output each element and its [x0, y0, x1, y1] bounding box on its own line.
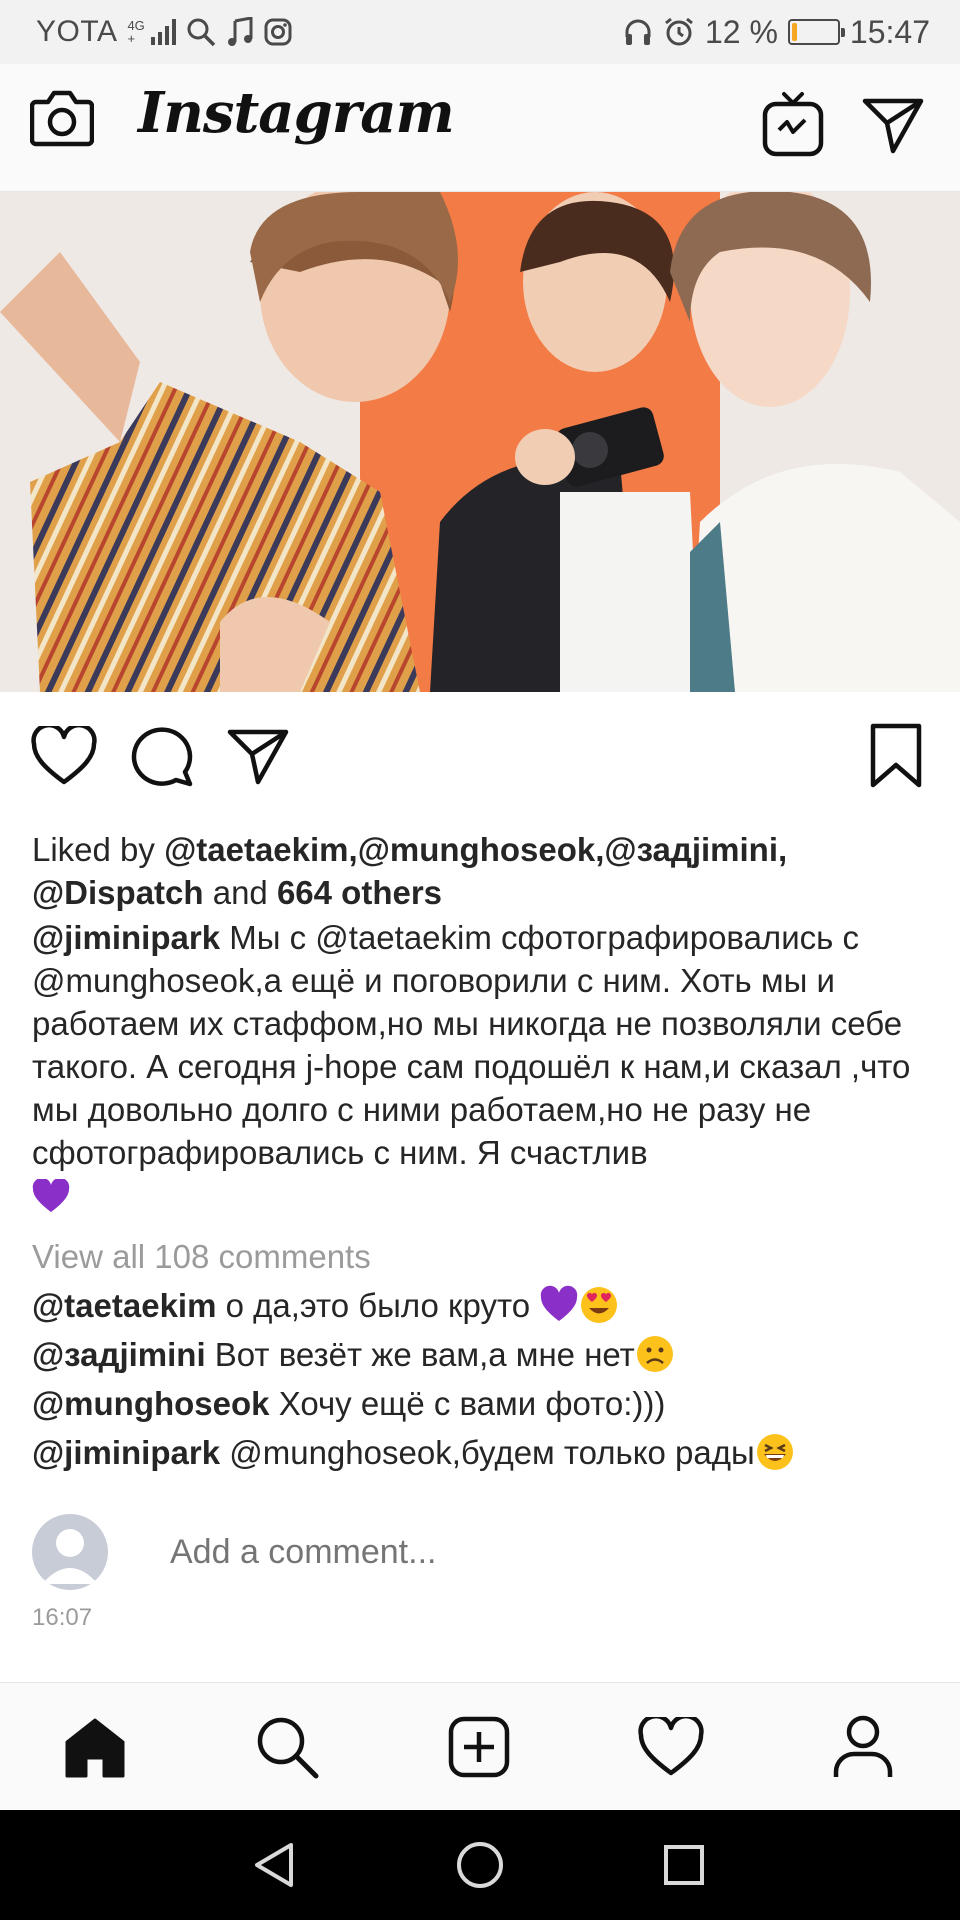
caption: @jiminipark Мы с @taetaekim сфотографиро… [32, 916, 942, 1217]
search-icon [257, 1717, 319, 1779]
view-all-comments[interactable]: View all 108 comments [32, 1235, 942, 1278]
back-icon [255, 1843, 293, 1887]
battery-icon [787, 19, 845, 45]
frowning-face-emoji [636, 1336, 673, 1372]
nav-activity[interactable] [631, 1711, 711, 1783]
home-circle-icon [457, 1842, 503, 1888]
add-comment-input[interactable] [170, 1532, 870, 1572]
liked-user[interactable]: @Dispatch [32, 874, 204, 911]
caption-author[interactable]: @jiminipark [32, 919, 220, 956]
signal-icon [150, 19, 176, 45]
user-avatar-icon [42, 1529, 98, 1584]
likes-line: Liked by @taetaekim,@munghoseok,@задjimi… [32, 831, 788, 911]
avatar [32, 1514, 108, 1590]
post-body: Liked by @taetaekim,@munghoseok,@задjimi… [32, 828, 942, 1474]
save-button[interactable] [860, 720, 932, 792]
share-icon [227, 729, 289, 785]
instagram-logo: Instagram [138, 80, 455, 146]
grinning-squinting-emoji [756, 1434, 793, 1470]
profile-icon [833, 1715, 893, 1777]
like-button[interactable] [28, 720, 100, 792]
carrier-label: YOTA [36, 15, 118, 48]
recents-icon [664, 1845, 704, 1885]
nav-new-post[interactable] [439, 1711, 519, 1783]
music-icon [227, 17, 253, 46]
comment-author[interactable]: @munghoseok [32, 1385, 270, 1422]
camera-icon[interactable] [30, 88, 94, 148]
search-icon [187, 18, 216, 47]
nav-search[interactable] [247, 1711, 327, 1783]
post-photo[interactable] [0, 192, 960, 692]
system-nav-bar [0, 1810, 960, 1920]
photo-image [0, 192, 960, 692]
alarm-icon [665, 17, 693, 46]
system-recents-button[interactable] [654, 1840, 714, 1890]
post-timestamp: 16:07 [32, 1604, 93, 1631]
comment-item: @munghoseok Хочу ещё с вами фото:))) [32, 1385, 666, 1422]
share-button[interactable] [222, 720, 294, 792]
bookmark-icon [870, 723, 922, 788]
direct-message-icon[interactable] [862, 96, 924, 154]
add-comment-row [32, 1512, 928, 1592]
battery-percent: 12 % [704, 13, 778, 50]
system-back-button[interactable] [244, 1840, 304, 1890]
likes-others[interactable]: 664 others [277, 874, 442, 911]
home-icon [65, 1718, 125, 1778]
comment-author[interactable]: @taetaekim [32, 1287, 216, 1324]
nav-profile[interactable] [823, 1711, 903, 1783]
purple-heart-emoji [541, 1285, 578, 1321]
igtv-icon[interactable] [762, 90, 824, 158]
comment-item: @jiminipark @munghoseok,будем только рад… [32, 1431, 942, 1474]
system-home-button[interactable] [450, 1840, 510, 1890]
comment-icon [131, 727, 193, 787]
comment-button[interactable] [126, 720, 198, 792]
status-bar: YOTA 4G + 12 % 15:47 [0, 0, 960, 64]
comment-item: @taetaekim о да,это было круто [32, 1284, 942, 1327]
liked-users[interactable]: @taetaekim,@munghoseok,@задjimini, [164, 831, 787, 868]
heart-eyes-emoji [581, 1287, 618, 1323]
clock: 15:47 [849, 13, 930, 50]
nav-home[interactable] [55, 1711, 135, 1783]
caption-text: Мы с @taetaekim сфотографировались с @mu… [32, 919, 911, 1171]
new-post-icon [448, 1716, 510, 1778]
purple-heart-emoji [32, 1179, 70, 1212]
headphones-icon [625, 19, 651, 45]
activity-heart-icon [638, 1717, 704, 1776]
network-type: 4G + [127, 18, 145, 46]
comment-author[interactable]: @jiminipark [32, 1434, 220, 1471]
heart-icon [31, 726, 97, 785]
comment-item: @задjimini Вот везёт же вам,а мне нет [32, 1333, 942, 1376]
post-actions [0, 720, 960, 800]
comment-author[interactable]: @задjimini [32, 1336, 206, 1373]
app-header: Instagram [0, 64, 960, 192]
bottom-nav [0, 1682, 960, 1810]
instagram-icon [264, 18, 292, 46]
